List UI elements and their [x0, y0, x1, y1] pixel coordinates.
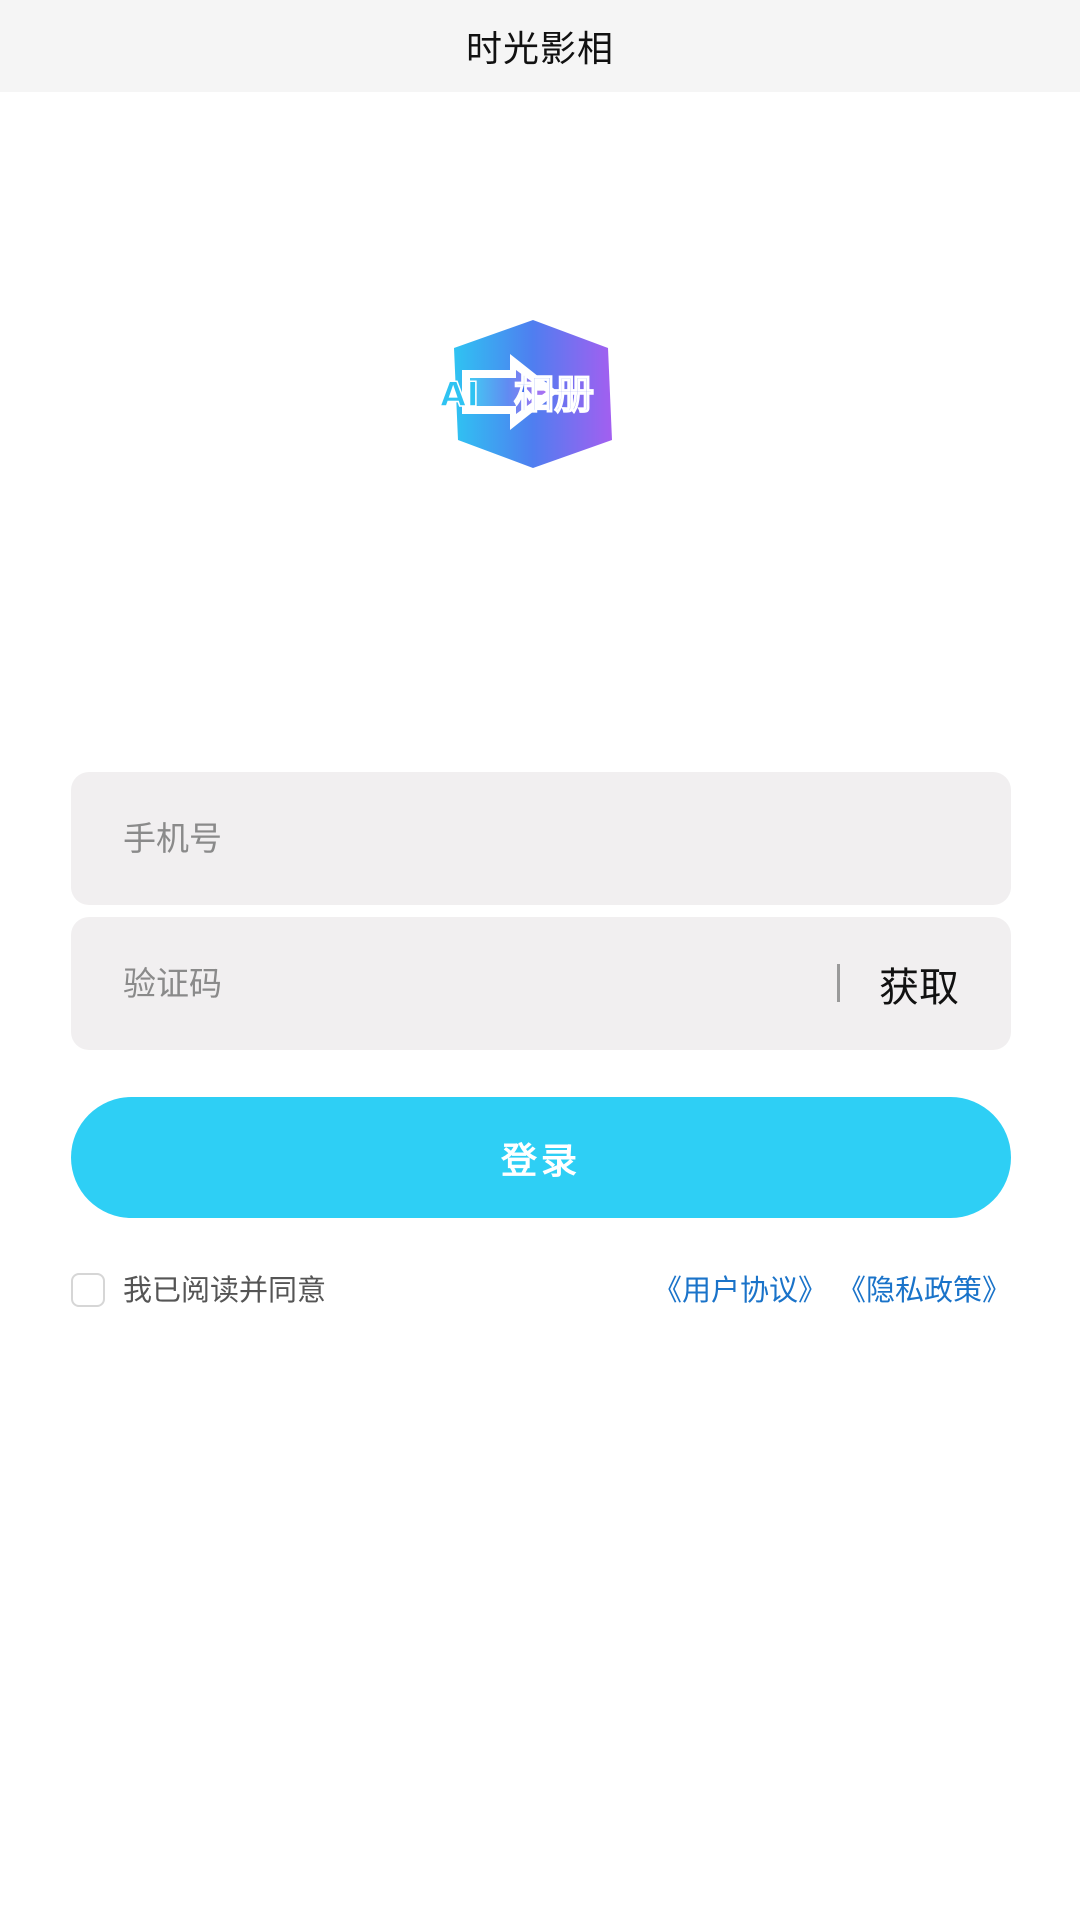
get-code-button[interactable]: 获取 [879, 917, 959, 1050]
code-input[interactable] [123, 964, 803, 1003]
agreement-links: 《用户协议》 《隐私政策》 [653, 1270, 1011, 1310]
page-title: 时光影相 [465, 29, 614, 70]
nav-bar: 时光影相 [0, 0, 1080, 92]
logo-text-cn: 相册 [514, 372, 594, 418]
login-page: 时光影相 AI 相册 手机号 验证码 获取 登录 我已阅读并同意 《用户协议》 … [0, 0, 1080, 1920]
phone-field[interactable] [71, 772, 1011, 905]
agreement-row: 我已阅读并同意 《用户协议》 《隐私政策》 [71, 1270, 1011, 1310]
agree-checkbox[interactable] [71, 1273, 105, 1307]
privacy-policy-link[interactable]: 《隐私政策》 [837, 1273, 1011, 1307]
phone-input[interactable] [123, 819, 803, 858]
logo-text-ai: AI [440, 375, 479, 415]
app-logo: AI 相册 [440, 318, 626, 470]
login-button[interactable]: 登录 [71, 1097, 1011, 1218]
agree-text: 我已阅读并同意 [123, 1273, 327, 1307]
user-agreement-link[interactable]: 《用户协议》 [653, 1273, 827, 1307]
code-divider [837, 964, 840, 1002]
code-field[interactable]: 获取 [71, 917, 1011, 1050]
